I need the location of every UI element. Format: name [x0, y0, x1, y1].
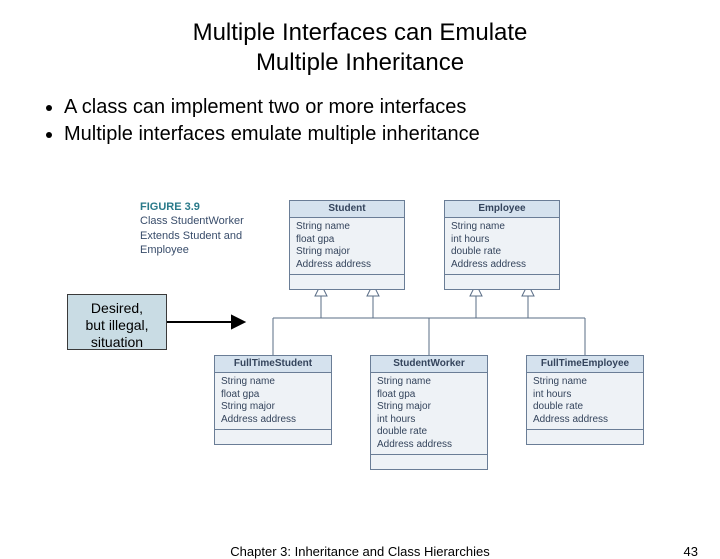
bullet-item: Multiple interfaces emulate multiple inh…: [64, 123, 720, 146]
uml-class-name: Employee: [445, 201, 559, 218]
uml-class-attrs: String name float gpa String major Addre…: [290, 218, 404, 275]
uml-class-attrs: String name int hours double rate Addres…: [445, 218, 559, 275]
bullet-list: A class can implement two or more interf…: [24, 96, 720, 146]
uml-figure: FIGURE 3.9 Class StudentWorker Extends S…: [54, 200, 664, 490]
uml-class-attrs: String name int hours double rate Addres…: [527, 373, 643, 430]
uml-class-ops: [445, 275, 559, 289]
callout-line: situation: [91, 334, 143, 350]
uml-class-attrs: String name float gpa String major Addre…: [215, 373, 331, 430]
uml-class-student: Student String name float gpa String maj…: [289, 200, 405, 290]
uml-class-fulltimestudent: FullTimeStudent String name float gpa St…: [214, 355, 332, 445]
title-line-2: Multiple Inheritance: [256, 49, 464, 76]
callout-box: Desired, but illegal, situation: [67, 294, 167, 350]
uml-class-name: Student: [290, 201, 404, 218]
uml-class-ops: [290, 275, 404, 289]
uml-class-name: FullTimeStudent: [215, 356, 331, 373]
uml-class-ops: [215, 430, 331, 444]
uml-class-ops: [527, 430, 643, 444]
uml-class-name: FullTimeEmployee: [527, 356, 643, 373]
uml-class-name: StudentWorker: [371, 356, 487, 373]
chapter-label: Chapter 3: Inheritance and Class Hierarc…: [230, 544, 489, 559]
uml-class-ops: [371, 455, 487, 469]
uml-class-studentworker: StudentWorker String name float gpa Stri…: [370, 355, 488, 470]
callout-line: Desired,: [91, 300, 143, 316]
uml-class-attrs: String name float gpa String major int h…: [371, 373, 487, 455]
bullet-item: A class can implement two or more interf…: [64, 96, 720, 119]
slide-title: Multiple Interfaces can Emulate Multiple…: [0, 18, 720, 78]
uml-class-employee: Employee String name int hours double ra…: [444, 200, 560, 290]
page-number: 43: [684, 544, 698, 559]
callout-line: but illegal,: [85, 317, 148, 333]
title-line-1: Multiple Interfaces can Emulate: [193, 19, 528, 46]
uml-class-fulltimeemployee: FullTimeEmployee String name int hours d…: [526, 355, 644, 445]
